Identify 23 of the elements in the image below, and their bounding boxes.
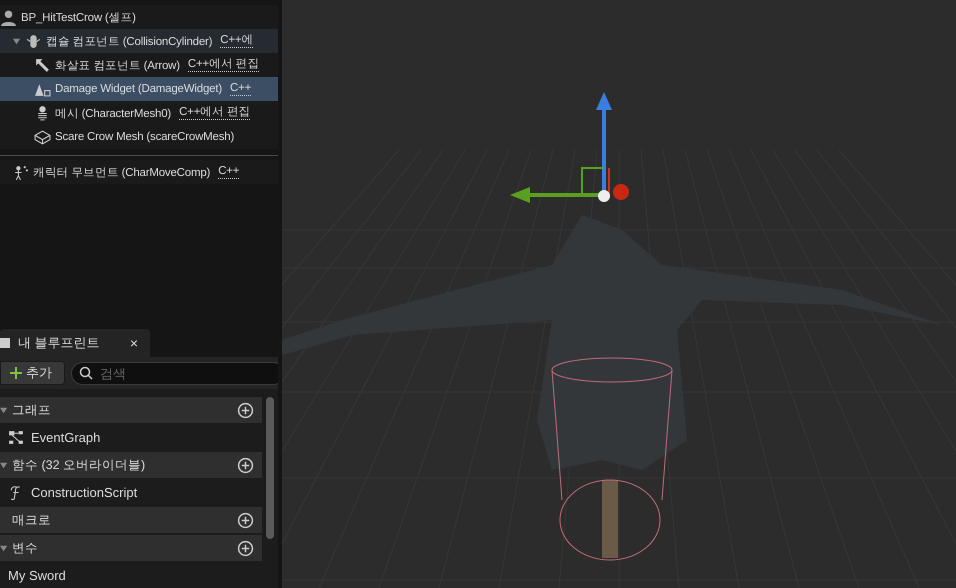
edit-in-cpp-link[interactable]: C++에서 편집 <box>179 106 250 120</box>
my-blueprint-tab[interactable]: 내 블루프린트 × <box>0 329 150 357</box>
tree-item[interactable]: 화살표 컴포넌트 (Arrow) C++에서 편집 <box>0 53 278 77</box>
tree-item[interactable]: Scare Crow Mesh (scareCrowMesh) <box>0 125 278 149</box>
tree-item[interactable]: 캐릭터 무브먼트 (CharMoveComp) C++ <box>0 160 278 184</box>
close-button[interactable]: × <box>130 335 138 351</box>
tree-item[interactable]: 메시 (CharacterMesh0) C++에서 편집 <box>0 101 278 125</box>
search-field[interactable]: 검색 <box>71 362 278 384</box>
section-header[interactable]: 매크로 <box>0 507 262 533</box>
section-header[interactable]: 함수 (32 오버라이더블) <box>0 452 262 478</box>
tree-root[interactable]: BP_HitTestCrow (셀프) <box>0 5 278 29</box>
section-header[interactable]: 그래프 <box>0 397 262 423</box>
blueprint-item[interactable]: ConstructionScript <box>0 480 262 505</box>
edit-in-cpp-link[interactable]: C++ <box>230 82 252 96</box>
section-header[interactable]: 변수 <box>0 535 262 561</box>
add-button[interactable]: 추가 <box>0 361 65 385</box>
blueprint-item[interactable]: My Sword <box>0 563 262 588</box>
tree-item[interactable]: 캡슐 컴포넌트 (CollisionCylinder) C++에 <box>0 29 278 53</box>
edit-in-cpp-link[interactable]: C++에 <box>220 34 254 48</box>
edit-in-cpp-link[interactable]: C++에서 편집 <box>188 58 260 72</box>
blueprint-item[interactable]: EventGraph <box>0 425 262 450</box>
tree-item[interactable]: Damage Widget (DamageWidget) C++ <box>0 77 278 101</box>
edit-in-cpp-link[interactable]: C++ <box>218 165 240 179</box>
